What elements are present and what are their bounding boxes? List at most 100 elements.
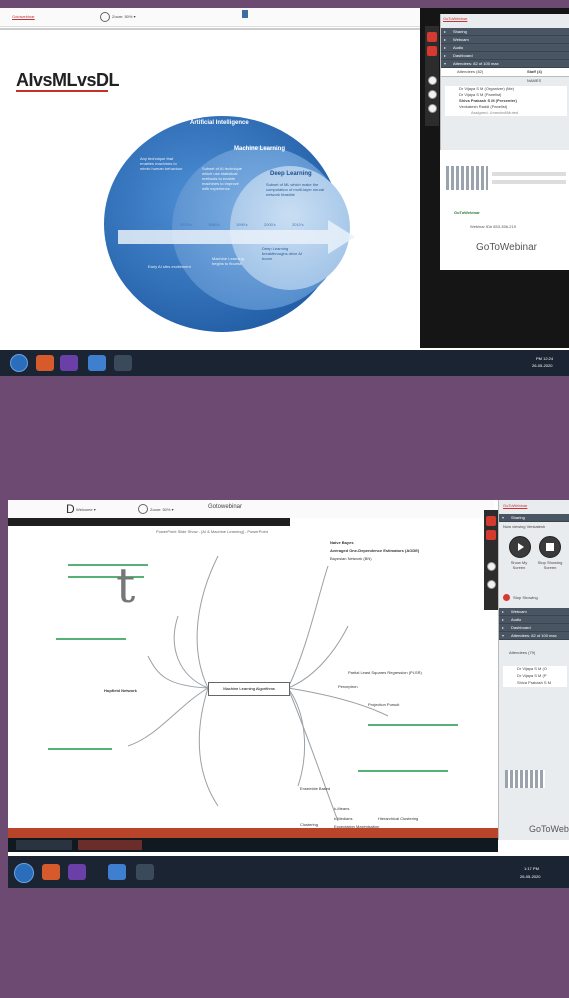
stop-screen-button[interactable] (539, 536, 561, 558)
inner-taskbar (8, 838, 498, 852)
zoom-icon[interactable] (100, 12, 110, 22)
gotowebinar-logo-text-2: GoToWebinar (529, 824, 569, 834)
section-sharing-label: Sharing (453, 29, 467, 34)
timeline-1960s: 1960's (152, 222, 164, 227)
mic-icon[interactable] (486, 530, 496, 540)
annotation-line (48, 748, 112, 750)
tab-attendees-2[interactable]: Attendees (79) (509, 650, 535, 655)
inner-task-item[interactable] (16, 840, 72, 850)
node-perceptron[interactable]: Perceptron (338, 684, 358, 689)
record-icon[interactable] (486, 516, 496, 526)
section-webcam-2[interactable]: ▸ Webcam (499, 608, 569, 616)
tab-staff[interactable]: Staff (4) (527, 69, 542, 74)
folder-icon[interactable] (114, 355, 132, 371)
section-attendees-label: Attendees: 82 of 100 max (453, 61, 499, 66)
node-hopfield[interactable]: Hopfield Network (104, 688, 137, 693)
mindmap-center-node[interactable]: Machine Learning Algorithms (208, 682, 290, 696)
webcam-icon[interactable] (428, 90, 437, 99)
list-item[interactable]: Dr Vijaya S M (P (503, 673, 567, 680)
stop-showing-label[interactable]: Stop Showing (513, 595, 538, 600)
section-webcam[interactable]: ▸ Webcam (441, 36, 569, 44)
section-dashboard-2[interactable]: ▸ Dashboard (499, 624, 569, 632)
onenote-icon[interactable] (60, 355, 78, 371)
venn-diagram (104, 116, 355, 332)
chrome-icon[interactable] (36, 355, 54, 371)
show-screen-button[interactable] (509, 536, 531, 558)
screen-icon[interactable] (487, 562, 496, 571)
mic-icon[interactable] (427, 46, 437, 56)
node-aode[interactable]: Averaged One-Dependence Estimators (AODE… (330, 548, 419, 553)
node-clustering[interactable]: Clustering (300, 822, 318, 827)
webcam-icon[interactable] (487, 580, 496, 589)
ml-flourish-text: Machine Learning begins to flourish (212, 256, 244, 266)
panel-sections: ▸ Sharing ▸ Webcam ▸ Audio ▸ Dashboard ▾ Atte… (441, 28, 569, 68)
timeline-labels: 1950's 1960's 1970's 1980's 1990's 2000'… (124, 222, 354, 228)
ppt-dark-bar (8, 518, 290, 526)
attendee-tabs: Attendees (82) Staff (4) (441, 68, 569, 77)
taskbar-2: 1:17 PM 26-05-2020 (8, 856, 569, 888)
slide-title: AIvsMLvsDL (16, 70, 120, 90)
handout-icon[interactable] (428, 104, 437, 113)
stop-showing-icon[interactable] (503, 594, 510, 601)
toolbar-right-text: Gotowebinar (208, 504, 243, 510)
node-plsr[interactable]: Partial Least Squares Regression (PLSR) (348, 670, 422, 675)
zoom-dropdown[interactable]: Zoom: 50% ▾ (150, 507, 174, 512)
zoom-icon[interactable] (138, 504, 148, 514)
section-audio-label: Audio (453, 45, 464, 50)
show-screen-label: Show My Screen (510, 560, 528, 570)
onenote-icon[interactable] (68, 864, 86, 880)
screenshot-top: Gotowebinar Zoom: 50% ▾ AIvsMLvsDL Artif… (0, 8, 569, 376)
section-dashboard[interactable]: ▸ Dashboard (441, 52, 569, 60)
node-naive-bayes[interactable]: Naive Bayes (330, 540, 354, 545)
names-column-header[interactable]: NAMES (527, 78, 541, 83)
node-hierarchical[interactable]: Hierarchical Clustering (378, 816, 418, 821)
chrome-icon[interactable] (42, 864, 60, 880)
node-bayes-net[interactable]: Bayesian Network (BN) (330, 556, 372, 561)
welcome-dropdown[interactable]: Welcome ▾ (76, 507, 96, 512)
timeline-2010s: 2010's (292, 222, 304, 227)
timeline-1970s: 1970's (180, 222, 192, 227)
screen-icon[interactable] (428, 76, 437, 85)
gotowebinar-logo-text: GoToWebinar (476, 242, 537, 253)
section-sharing[interactable]: ▸ Sharing (441, 28, 569, 36)
app-icon[interactable] (88, 355, 106, 371)
start-icon[interactable] (14, 863, 34, 883)
start-icon[interactable] (10, 354, 28, 372)
staff-list: Dr Vijaya S M (Organizer) (Me) Dr Vijaya… (445, 86, 567, 116)
node-kmeans[interactable]: k-Means (334, 806, 349, 811)
section-attendees[interactable]: ▾ Attendees: 82 of 100 max (441, 60, 569, 68)
node-kmedians[interactable]: k-Medians (334, 816, 352, 821)
section-sharing-2[interactable]: ▾ Sharing (499, 514, 569, 522)
staff-list-2: Dr Vijaya S M (O Dr Vijaya S M (P Shiva … (503, 666, 567, 687)
list-item[interactable]: Dr Vijaya S M (O (503, 666, 567, 673)
slide: AIvsMLvsDL Artificial Intelligence Machi… (0, 28, 420, 350)
toolbar-left-text[interactable]: Gotowebinar (12, 14, 35, 19)
clock-date-2: 26-05-2020 (520, 874, 541, 879)
tab-attendees[interactable]: Attendees (82) (457, 69, 483, 74)
record-icon[interactable] (427, 32, 437, 42)
section-audio-2[interactable]: ▸ Audio (499, 616, 569, 624)
taskbar: PM 12:24 26-05-2020 (0, 350, 569, 376)
gotowebinar-panel-2: GoToWebinar ▾ Sharing Now viewing Venkate… (498, 500, 569, 840)
timeline-1990s: 1990's (236, 222, 248, 227)
section-attendees-label-2: Attendees: 82 of 100 max (511, 633, 557, 638)
zoom-dropdown[interactable]: Zoom: 50% ▾ (112, 14, 136, 19)
panel-sections-2: ▸ Webcam ▸ Audio ▸ Dashboard ▾ Attendees: 82… (499, 608, 569, 640)
inner-task-item-ppt[interactable] (78, 840, 142, 850)
node-projection[interactable]: Projection Pursuit (368, 702, 399, 707)
clock-time: PM 12:24 (536, 356, 554, 361)
section-audio[interactable]: ▸ Audio (441, 44, 569, 52)
early-ai-text: Early AI stirs excitement (148, 264, 191, 269)
viewer-toolbar-2: D Welcome ▾ Zoom: 50% ▾ Gotowebinar (8, 500, 494, 518)
viewer-toolbar: Gotowebinar Zoom: 50% ▾ (0, 8, 420, 27)
section-attendees-2[interactable]: ▾ Attendees: 82 of 100 max (499, 632, 569, 640)
list-item[interactable]: Shiva Prakash S M (503, 680, 567, 687)
node-ensemble[interactable]: Ensemble Based (300, 786, 330, 791)
control-strip-2 (484, 510, 498, 610)
webinar-id: Webinar ID# 853-356-219 (470, 224, 516, 229)
folder-icon[interactable] (136, 864, 154, 880)
ai-description: Any technique that enables machines to m… (140, 156, 183, 171)
drag-handle-icon[interactable] (242, 10, 248, 18)
dl-description: Subset of ML which make the computation … (266, 182, 325, 197)
app-icon[interactable] (108, 864, 126, 880)
